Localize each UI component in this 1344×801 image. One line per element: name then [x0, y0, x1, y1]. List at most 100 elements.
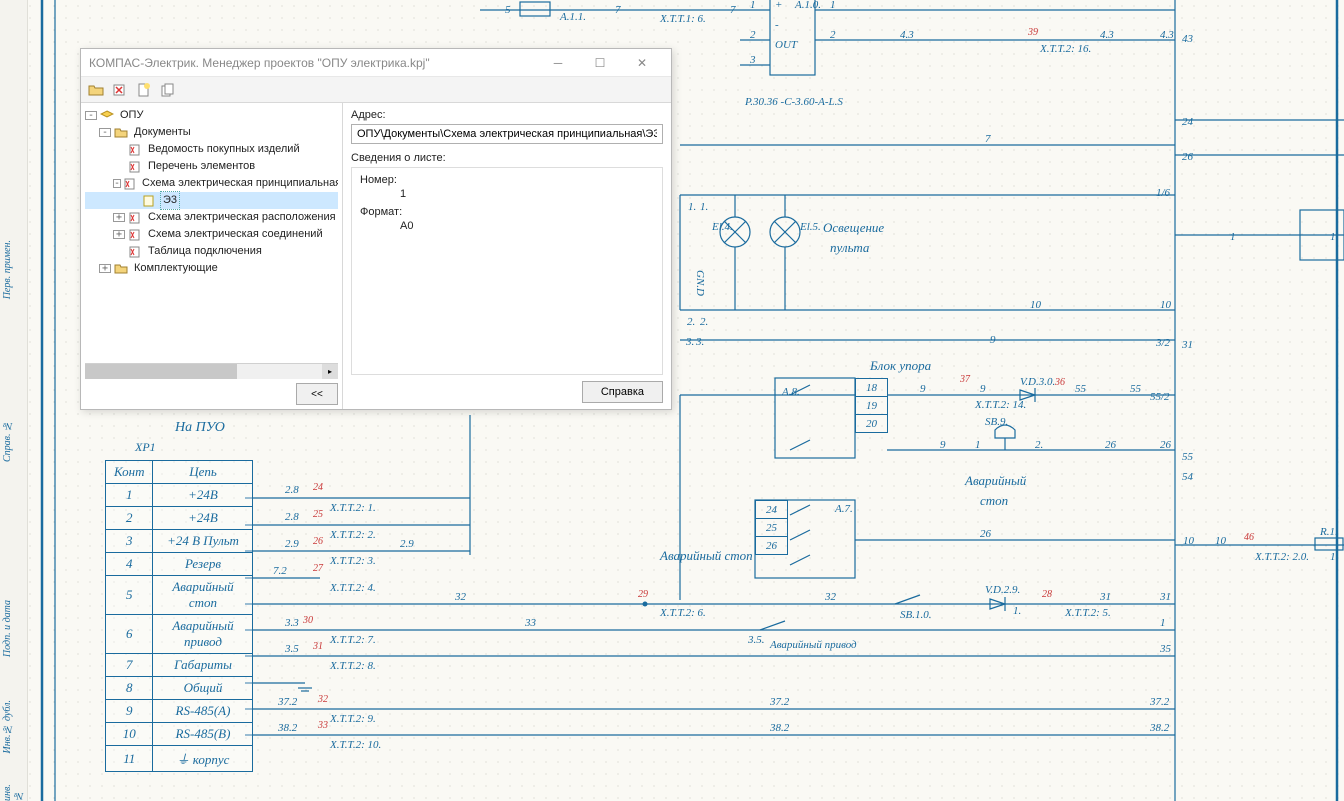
- svg-text:7: 7: [985, 133, 991, 145]
- new-doc-button[interactable]: [133, 79, 155, 101]
- tree-item[interactable]: Перечень элементов: [85, 158, 338, 175]
- svg-text:1: 1: [975, 439, 981, 451]
- svg-text:54: 54: [1182, 471, 1194, 483]
- svg-text:39: 39: [1027, 27, 1038, 38]
- folder-open-icon: [88, 83, 104, 97]
- svg-text:38.2: 38.2: [769, 722, 790, 734]
- svg-text:пульта: пульта: [830, 240, 870, 255]
- svg-text:X.T.T.2: 5.: X.T.T.2: 5.: [1064, 607, 1111, 619]
- svg-text:55: 55: [1075, 383, 1087, 395]
- doc-icon: [127, 211, 143, 225]
- svg-text:SB.9.: SB.9.: [985, 416, 1008, 428]
- svg-text:3/2: 3/2: [1155, 337, 1171, 349]
- table-row: 11⏚ корпус: [106, 746, 253, 772]
- svg-text:10: 10: [1215, 535, 1227, 547]
- svg-text:V.D.2.9.: V.D.2.9.: [985, 584, 1020, 596]
- doc-icon: [127, 160, 143, 174]
- number-label: Номер:: [360, 174, 654, 186]
- svg-text:2.: 2.: [687, 316, 695, 328]
- address-field[interactable]: [351, 124, 663, 144]
- svg-text:2.9: 2.9: [400, 538, 414, 550]
- svg-text:3.: 3.: [685, 336, 694, 348]
- svg-text:9: 9: [920, 383, 926, 395]
- tree-item[interactable]: + Схема электрическая расположения: [85, 209, 338, 226]
- ruler-label: Перв. примен.: [2, 240, 13, 299]
- svg-text:X.T.T.1: 6.: X.T.T.1: 6.: [659, 13, 706, 25]
- open-folder-button[interactable]: [85, 79, 107, 101]
- delete-button[interactable]: [109, 79, 131, 101]
- svg-text:A.7.: A.7.: [834, 503, 853, 515]
- svg-text:31: 31: [1159, 591, 1171, 603]
- tree-item[interactable]: Ведомость покупных изделий: [85, 141, 338, 158]
- svg-text:10: 10: [1160, 299, 1172, 311]
- svg-text:X.T.T.2: 2.0.: X.T.T.2: 2.0.: [1254, 551, 1309, 563]
- tree-item-e3[interactable]: Э3: [85, 192, 338, 209]
- collapse-tree-button[interactable]: <<: [296, 383, 338, 405]
- svg-text:X.T.T.2: 2.: X.T.T.2: 2.: [329, 529, 376, 541]
- svg-text:31: 31: [312, 641, 323, 652]
- svg-text:4.3: 4.3: [900, 29, 914, 41]
- svg-text:X.T.T.2: 14.: X.T.T.2: 14.: [974, 399, 1026, 411]
- svg-text:55: 55: [1130, 383, 1142, 395]
- svg-text:31: 31: [1181, 339, 1193, 351]
- table-row: 9RS-485(A): [106, 700, 253, 723]
- svg-text:Освещение: Освещение: [823, 220, 884, 235]
- detail-pane: Адрес: Сведения о листе: Номер: 1 Формат…: [343, 103, 671, 409]
- svg-text:4.3: 4.3: [1160, 29, 1174, 41]
- close-button[interactable]: ✕: [621, 49, 663, 77]
- svg-text:31: 31: [1099, 591, 1111, 603]
- svg-text:9: 9: [940, 439, 946, 451]
- svg-text:2.: 2.: [700, 316, 708, 328]
- side-ruler: Перв. примен. Справ. № Подп. и дата Инв.…: [0, 0, 28, 801]
- folder-icon: [113, 262, 129, 276]
- svg-text:26: 26: [313, 536, 323, 547]
- tree-item[interactable]: Таблица подключения: [85, 243, 338, 260]
- project-manager-dialog: КОМПАС-Электрик. Менеджер проектов "ОПУ …: [80, 48, 672, 410]
- svg-text:1.: 1.: [1013, 605, 1021, 617]
- svg-text:GN.D: GN.D: [694, 270, 706, 296]
- svg-text:Аварийный: Аварийный: [964, 473, 1027, 488]
- svg-text:El.5.: El.5.: [799, 221, 821, 233]
- svg-text:3.5.: 3.5.: [747, 634, 765, 646]
- ruler-label: Инв.№ дубл.: [2, 700, 13, 754]
- svg-text:X.T.T.2: 3.: X.T.T.2: 3.: [329, 555, 376, 567]
- format-label: Формат:: [360, 206, 654, 218]
- project-tree[interactable]: - ОПУ - Документы Ведомость покупных изд…: [85, 107, 338, 363]
- svg-text:30: 30: [302, 615, 313, 626]
- svg-text:38.2: 38.2: [1149, 722, 1170, 734]
- tree-hscrollbar[interactable]: ▸: [85, 363, 338, 379]
- svg-text:55/2: 55/2: [1150, 391, 1170, 403]
- tree-components[interactable]: + Комплектующие: [85, 260, 338, 277]
- svg-text:A.1.0.: A.1.0.: [794, 0, 821, 11]
- toolbar: [81, 77, 671, 103]
- project-icon: [99, 109, 115, 123]
- svg-text:35: 35: [1159, 643, 1172, 655]
- dialog-title: КОМПАС-Электрик. Менеджер проектов "ОПУ …: [89, 56, 537, 70]
- tree-item-schematic[interactable]: - Схема электрическая принципиальная: [85, 175, 338, 192]
- svg-text:SB.1.0.: SB.1.0.: [900, 609, 931, 621]
- svg-text:32: 32: [317, 694, 328, 705]
- copy-doc-button[interactable]: [157, 79, 179, 101]
- svg-text:55: 55: [1182, 451, 1194, 463]
- svg-text:+: +: [775, 0, 782, 11]
- help-button[interactable]: Справка: [582, 381, 663, 403]
- tree-documents[interactable]: - Документы: [85, 124, 338, 141]
- svg-text:3.3: 3.3: [284, 617, 299, 629]
- table-row: 7Габариты: [106, 654, 253, 677]
- minimize-button[interactable]: ─: [537, 49, 579, 77]
- maximize-button[interactable]: ☐: [579, 49, 621, 77]
- svg-text:2: 2: [830, 29, 836, 41]
- svg-text:El.4.: El.4.: [711, 221, 733, 233]
- svg-text:24: 24: [1182, 116, 1194, 128]
- table-row: 6Аварийный привод: [106, 615, 253, 654]
- xp-ref: XP1: [135, 440, 156, 455]
- svg-text:24: 24: [313, 482, 323, 493]
- titlebar[interactable]: КОМПАС-Электрик. Менеджер проектов "ОПУ …: [81, 49, 671, 77]
- ruler-label: Подп. и дата: [2, 600, 13, 657]
- tree-root[interactable]: - ОПУ: [85, 107, 338, 124]
- svg-text:A.1.1.: A.1.1.: [559, 11, 586, 23]
- tree-item[interactable]: + Схема электрическая соединений: [85, 226, 338, 243]
- svg-text:27: 27: [313, 563, 324, 574]
- sheet-icon: [141, 194, 157, 208]
- svg-text:7: 7: [730, 4, 736, 16]
